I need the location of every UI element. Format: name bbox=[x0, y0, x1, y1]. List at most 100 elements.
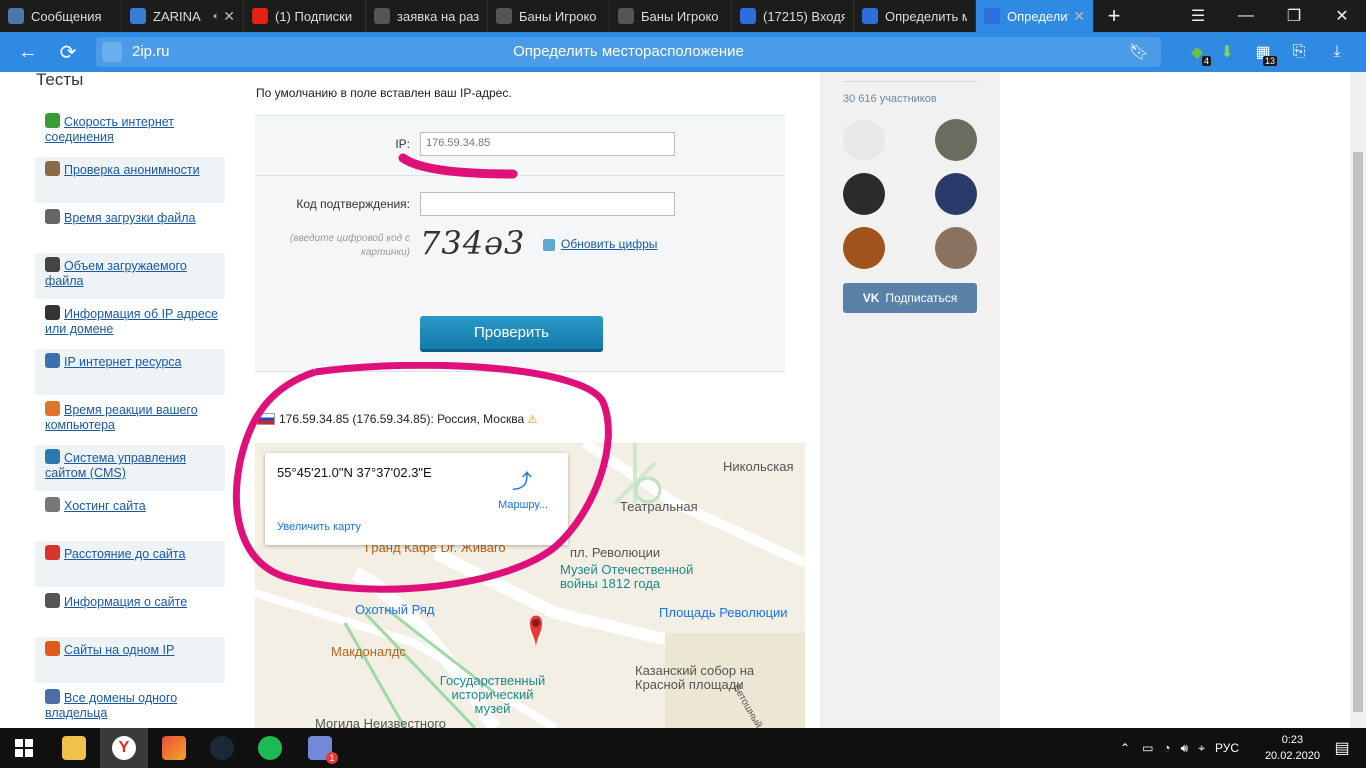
download-arrow-icon[interactable]: ⬇ bbox=[1213, 38, 1241, 66]
sidebar-item-link[interactable]: Информация об IP адресе или домене bbox=[45, 307, 218, 336]
close-tab-icon[interactable]: ✕ bbox=[1073, 8, 1085, 25]
sidebar-item[interactable]: Объем загружаемого файла bbox=[35, 253, 225, 299]
network-icon[interactable]: ◔ bbox=[1163, 741, 1170, 755]
yandex-browser-icon[interactable]: Y bbox=[100, 728, 148, 768]
sidebar-item[interactable]: Система управления сайтом (CMS) bbox=[35, 445, 225, 491]
bookmark-icon[interactable]: 🔖︎ bbox=[1129, 42, 1149, 62]
vk-members-count[interactable]: 30 616 участников bbox=[843, 93, 937, 105]
browser-tab[interactable]: Определит ✕ bbox=[976, 0, 1094, 32]
cms-icon bbox=[45, 449, 60, 464]
sidebar-item-link[interactable]: Скорость интернет соединения bbox=[45, 115, 174, 144]
clock-time: 0:23 bbox=[1281, 734, 1304, 746]
discord-icon[interactable]: 1 bbox=[296, 728, 344, 768]
sidebar-item-link[interactable]: Расстояние до сайта bbox=[64, 547, 185, 561]
refresh-icon[interactable] bbox=[543, 239, 555, 251]
subscribe-label: Подписаться bbox=[885, 291, 958, 305]
start-button[interactable] bbox=[0, 728, 48, 768]
sidebar-item-link[interactable]: Информация о сайте bbox=[64, 595, 187, 609]
sidebar-item[interactable]: Информация о сайте bbox=[35, 589, 225, 635]
avatar[interactable] bbox=[843, 173, 885, 215]
sidebar-item[interactable]: Хостинг сайта bbox=[35, 493, 225, 539]
page-scrollbar[interactable] bbox=[1350, 72, 1366, 728]
calendar-extension-icon[interactable]: ▦ 13 bbox=[1249, 38, 1277, 66]
sidebar-item[interactable]: Время реакции вашего компьютера bbox=[35, 397, 225, 443]
sidebar-item[interactable]: Информация об IP адресе или домене bbox=[35, 301, 225, 347]
sidebar-item-link[interactable]: Сайты на одном IP bbox=[64, 643, 174, 657]
sidebar-item[interactable]: Все домены одного владельца bbox=[35, 685, 225, 728]
browser-tab[interactable]: Баны Игроко bbox=[610, 0, 732, 32]
sidebar-title: Тесты bbox=[36, 72, 84, 89]
volume-icon[interactable]: 🔊︎ bbox=[1181, 741, 1189, 756]
map-label-mcdonalds: Макдоналдс bbox=[331, 644, 406, 659]
browser-tab[interactable]: Сообщения bbox=[0, 0, 122, 32]
browser-tab[interactable]: (1) Подписки bbox=[244, 0, 366, 32]
sidebar-item-link[interactable]: Время загрузки файла bbox=[64, 211, 196, 225]
spotify-icon[interactable] bbox=[246, 728, 294, 768]
browser-tab[interactable]: ZARINA 🔈︎ ✕ bbox=[122, 0, 244, 32]
page-content: Тесты Скорость интернет соединения Провер… bbox=[0, 72, 1366, 728]
action-center-icon[interactable]: ▤ bbox=[1318, 728, 1366, 768]
right-pane bbox=[820, 72, 1000, 728]
sidebar-item-link[interactable]: Проверка анонимности bbox=[64, 163, 200, 177]
show-hidden-icons[interactable]: ⌃ bbox=[1120, 741, 1130, 755]
sidebar-item[interactable]: IP интернет ресурса bbox=[35, 349, 225, 395]
vk-subscribe-button[interactable]: VK Подписаться bbox=[843, 283, 977, 313]
file-explorer-icon[interactable] bbox=[50, 728, 98, 768]
sidebar-item-link[interactable]: Объем загружаемого файла bbox=[45, 259, 187, 288]
sidebar-item-link[interactable]: Система управления сайтом (CMS) bbox=[45, 451, 186, 480]
browser-tab[interactable]: заявка на раз bbox=[366, 0, 488, 32]
clock-date: 20.02.2020 bbox=[1264, 750, 1320, 762]
browser-tab[interactable]: Определить м bbox=[854, 0, 976, 32]
sidebar-item[interactable]: Расстояние до сайта bbox=[35, 541, 225, 587]
form-divider bbox=[255, 175, 785, 176]
shield-extension-icon[interactable]: ◆ 4 bbox=[1183, 38, 1211, 66]
browser-tab[interactable]: Баны Игроко bbox=[488, 0, 610, 32]
new-tab-button[interactable]: + bbox=[1094, 0, 1134, 32]
close-tab-icon[interactable]: ✕ bbox=[223, 8, 235, 25]
translate-icon[interactable]: ⎘ bbox=[1285, 38, 1313, 66]
map-label-history-museum: Государственный исторический музей bbox=[439, 673, 546, 716]
browser-tab[interactable]: (17215) Входя bbox=[732, 0, 854, 32]
sidebar-item[interactable]: Проверка анонимности bbox=[35, 157, 225, 203]
avatar[interactable] bbox=[935, 173, 977, 215]
ip-label: IP: bbox=[395, 137, 410, 151]
restore-button[interactable]: ❐ bbox=[1270, 0, 1318, 32]
scrollbar-thumb[interactable] bbox=[1353, 152, 1363, 712]
steam-icon[interactable] bbox=[198, 728, 246, 768]
language-indicator[interactable]: РУС bbox=[1215, 741, 1239, 755]
avatar[interactable] bbox=[935, 119, 977, 161]
sidebar-item-link[interactable]: Время реакции вашего компьютера bbox=[45, 403, 198, 432]
sidebar-item-link[interactable]: IP интернет ресурса bbox=[64, 355, 182, 369]
minimize-button[interactable]: — bbox=[1222, 0, 1270, 32]
tab-label: Баны Игроко bbox=[519, 8, 597, 24]
media-icon bbox=[130, 8, 146, 24]
sidebar-item[interactable]: Сайты на одном IP bbox=[35, 637, 225, 683]
map-label-tomb-unknown: Могила Неизвестного bbox=[315, 716, 447, 728]
downloads-icon[interactable]: ⤓ bbox=[1323, 38, 1351, 66]
check-button[interactable]: Проверить bbox=[420, 316, 603, 352]
ip-form: IP: 176.59.34.85 Код подтверждения: (вве… bbox=[255, 115, 785, 372]
game-icon bbox=[618, 8, 634, 24]
back-button[interactable]: ← bbox=[8, 32, 48, 72]
battery-icon[interactable]: ▭ bbox=[1142, 741, 1153, 755]
map-label-nikolskaya: Никольская bbox=[723, 459, 794, 474]
url-field[interactable]: 2ip.ru Определить месторасположение 🔖︎ bbox=[96, 37, 1161, 67]
avatar[interactable] bbox=[935, 227, 977, 269]
reload-button[interactable]: ⟳ bbox=[48, 32, 88, 72]
sidebar-item[interactable]: Скорость интернет соединения bbox=[35, 109, 225, 155]
speaker-icon[interactable]: 🔈︎ bbox=[213, 11, 219, 22]
chat-icon bbox=[8, 8, 24, 24]
sidebar-item-link[interactable]: Хостинг сайта bbox=[64, 499, 146, 513]
sidebar-item-link[interactable]: Все домены одного владельца bbox=[45, 691, 177, 720]
menu-icon[interactable]: ☰ bbox=[1174, 0, 1222, 32]
code-input[interactable] bbox=[420, 192, 675, 216]
close-window-button[interactable]: ✕ bbox=[1318, 0, 1366, 32]
refresh-captcha-link[interactable]: Обновить цифры bbox=[561, 237, 657, 251]
avatar[interactable] bbox=[843, 227, 885, 269]
clock[interactable]: 0:23 20.02.2020 bbox=[1265, 732, 1320, 764]
game-launcher-icon[interactable] bbox=[150, 728, 198, 768]
avatar[interactable] bbox=[843, 119, 885, 161]
location-icon[interactable]: ⌖ bbox=[1198, 741, 1205, 756]
sidebar-item[interactable]: Время загрузки файла bbox=[35, 205, 225, 251]
owner-icon bbox=[45, 689, 60, 704]
